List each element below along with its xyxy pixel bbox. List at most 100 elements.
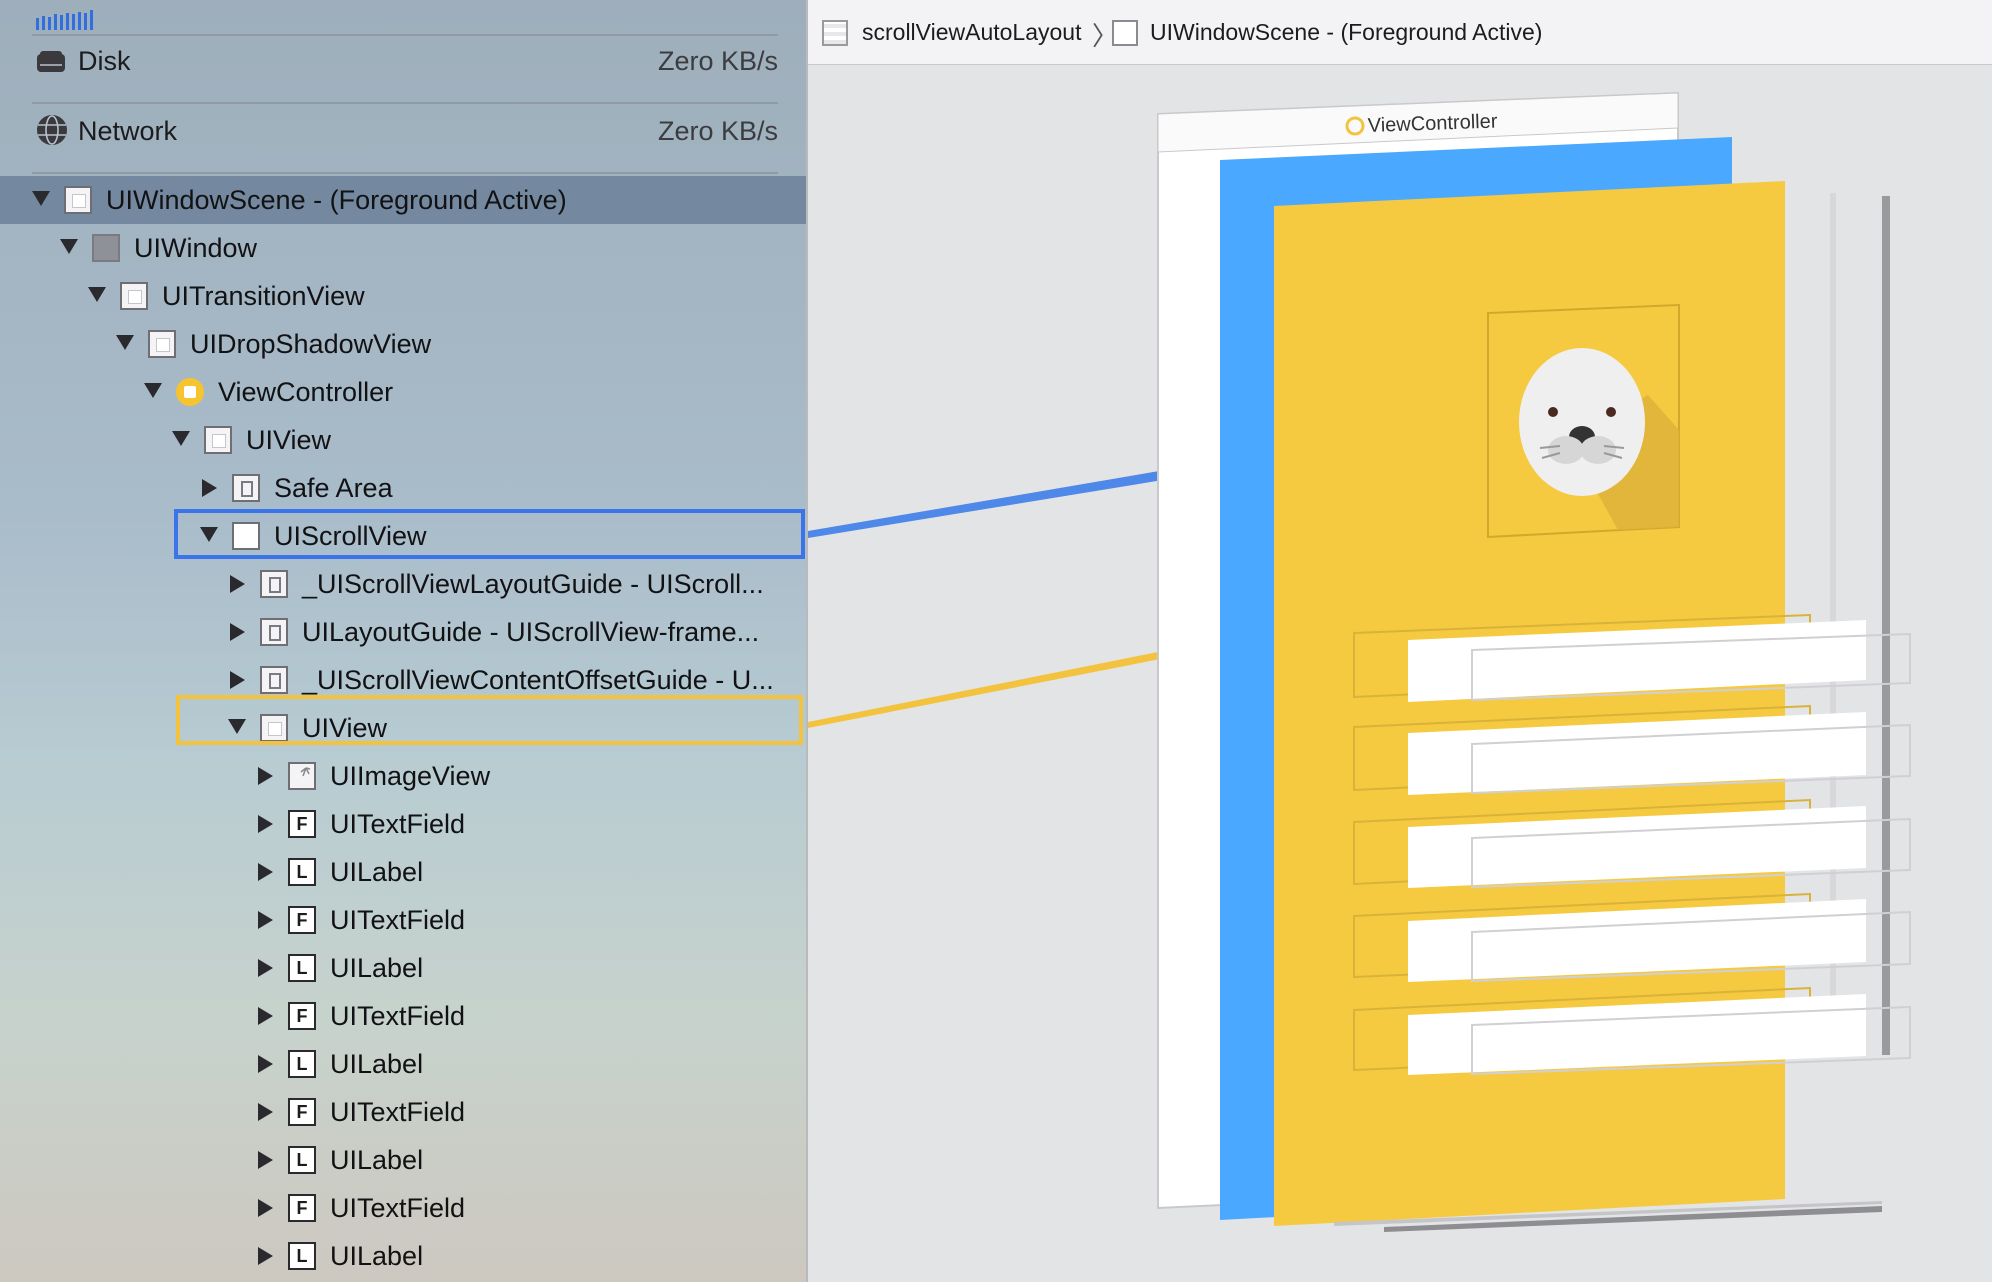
disclosure-collapsed-icon[interactable] xyxy=(258,1055,273,1073)
disclosure-collapsed-icon[interactable] xyxy=(258,1103,273,1121)
imageview-icon xyxy=(288,762,316,790)
disclosure-expanded-icon[interactable] xyxy=(88,287,106,302)
disclosure-collapsed-icon[interactable] xyxy=(258,1151,273,1169)
tree-row-label: ViewController xyxy=(218,377,394,407)
disclosure-collapsed-icon[interactable] xyxy=(258,863,273,881)
view-controller-icon xyxy=(176,378,204,406)
class-letter-icon: F xyxy=(288,1194,316,1222)
class-letter-icon: L xyxy=(288,954,316,982)
tree-row-label: Safe Area xyxy=(274,473,393,503)
memory-gauge-bars xyxy=(36,10,93,30)
gauge-name: Network xyxy=(78,116,178,146)
tree-row-label: _UIScrollViewLayoutGuide - UIScroll... xyxy=(302,569,764,599)
view-icon xyxy=(1112,20,1138,46)
viewcontroller-layer-title: ViewController xyxy=(1367,110,1498,137)
disclosure-expanded-icon[interactable] xyxy=(144,383,162,398)
view-icon xyxy=(120,282,148,310)
tree-row-label: UIImageView xyxy=(330,761,491,791)
disclosure-collapsed-icon[interactable] xyxy=(258,911,273,929)
tree-row[interactable]: Safe Area xyxy=(0,464,806,512)
debug-navigator: Disk Zero KB/s Network Zero KB/s UIWindo… xyxy=(0,0,806,1282)
exploded-view-3d: ViewController xyxy=(808,91,1911,1232)
tree-row[interactable]: UIWindowScene - (Foreground Active) xyxy=(0,176,806,224)
tree-row-label: UITextField xyxy=(330,1193,466,1223)
tree-row-label: UIDropShadowView xyxy=(190,329,432,359)
disclosure-collapsed-icon[interactable] xyxy=(258,1247,273,1265)
disclosure-collapsed-icon[interactable] xyxy=(202,479,217,497)
tree-row[interactable]: L UILabel xyxy=(0,1040,806,1088)
tree-row-label: UITextField xyxy=(330,1097,466,1127)
tree-row[interactable]: L UILabel xyxy=(0,1136,806,1184)
tree-row[interactable]: L UILabel xyxy=(0,1232,806,1280)
tree-row-label: UILabel xyxy=(330,953,424,983)
disclosure-collapsed-icon[interactable] xyxy=(258,815,273,833)
tree-row-label: UIWindowScene - (Foreground Active) xyxy=(106,185,567,215)
gauge-separator xyxy=(32,172,778,174)
jump-bar: scrollViewAutoLayout 〉 UIWindowScene - (… xyxy=(808,0,1992,65)
view-icon xyxy=(204,426,232,454)
project-grid-icon xyxy=(822,20,848,46)
textfield-layers xyxy=(1353,613,1911,1076)
class-letter-icon: L xyxy=(288,1050,316,1078)
scroll-indicator xyxy=(1882,196,1890,1055)
layout-guide-icon xyxy=(260,666,288,694)
tree-row[interactable]: L UILabel xyxy=(0,944,806,992)
disclosure-expanded-icon[interactable] xyxy=(32,191,50,206)
tree-row[interactable]: F UITextField xyxy=(0,800,806,848)
jumpbar-scene[interactable]: UIWindowScene - (Foreground Active) xyxy=(1150,19,1542,46)
tree-row-label: UITextField xyxy=(330,905,466,935)
disclosure-collapsed-icon[interactable] xyxy=(258,767,273,785)
class-letter-icon: F xyxy=(288,906,316,934)
disclosure-expanded-icon[interactable] xyxy=(60,239,78,254)
tree-row-label: _UIScrollViewContentOffsetGuide - U... xyxy=(302,665,774,695)
tree-row[interactable]: ViewController xyxy=(0,368,806,416)
layout-guide-icon xyxy=(260,618,288,646)
tree-row[interactable]: UITransitionView xyxy=(0,272,806,320)
layout-guide-icon xyxy=(260,570,288,598)
disclosure-collapsed-icon[interactable] xyxy=(230,575,245,593)
class-letter-icon: L xyxy=(288,1146,316,1174)
layout-guide-icon xyxy=(232,474,260,502)
network-globe-icon xyxy=(37,115,67,145)
tree-row-label: UITextField xyxy=(330,809,466,839)
tree-row[interactable]: F UITextField xyxy=(0,896,806,944)
tree-row-label: UILabel xyxy=(330,1241,424,1271)
tree-row-label: UITransitionView xyxy=(162,281,365,311)
tree-row[interactable]: L UILabel xyxy=(0,848,806,896)
disclosure-collapsed-icon[interactable] xyxy=(258,1007,273,1025)
disclosure-expanded-icon[interactable] xyxy=(172,431,190,446)
seal-avatar-image xyxy=(1519,348,1645,496)
gauge-value: Zero KB/s xyxy=(657,116,778,146)
disclosure-collapsed-icon[interactable] xyxy=(230,671,245,689)
window-icon xyxy=(92,234,120,262)
disk-icon xyxy=(37,51,65,72)
tree-row[interactable]: UIDropShadowView xyxy=(0,320,806,368)
disclosure-expanded-icon[interactable] xyxy=(116,335,134,350)
view-icon xyxy=(148,330,176,358)
gauge-value: Zero KB/s xyxy=(657,46,778,76)
selection-highlight-content-view xyxy=(176,695,803,745)
tree-row[interactable]: F UITextField xyxy=(0,1088,806,1136)
class-letter-icon: F xyxy=(288,1098,316,1126)
gauge-network[interactable]: Network Zero KB/s xyxy=(32,100,778,166)
disclosure-collapsed-icon[interactable] xyxy=(258,1199,273,1217)
tree-row-label: UILabel xyxy=(330,857,424,887)
tree-row[interactable]: _UIScrollViewLayoutGuide - UIScroll... xyxy=(0,560,806,608)
tree-row[interactable]: UIWindow xyxy=(0,224,806,272)
jumpbar-project[interactable]: scrollViewAutoLayout xyxy=(862,19,1081,46)
disclosure-collapsed-icon[interactable] xyxy=(258,959,273,977)
tree-row-label: UILabel xyxy=(330,1049,424,1079)
tree-row[interactable]: UIImageView xyxy=(0,752,806,800)
tree-row[interactable]: UILayoutGuide - UIScrollView-frame... xyxy=(0,608,806,656)
class-letter-icon: F xyxy=(288,810,316,838)
disclosure-collapsed-icon[interactable] xyxy=(230,623,245,641)
connector-line-scrollview xyxy=(808,461,1218,538)
class-letter-icon: F xyxy=(288,1002,316,1030)
tree-row-label: UITextField xyxy=(330,1001,466,1031)
tree-row[interactable]: F UITextField xyxy=(0,1184,806,1232)
gauge-disk[interactable]: Disk Zero KB/s xyxy=(32,30,778,96)
tree-row-label: UILayoutGuide - UIScrollView-frame... xyxy=(302,617,760,647)
view-debugger-canvas[interactable]: ViewController xyxy=(808,0,1992,1282)
tree-row[interactable]: UIView xyxy=(0,416,806,464)
tree-row[interactable]: F UITextField xyxy=(0,992,806,1040)
